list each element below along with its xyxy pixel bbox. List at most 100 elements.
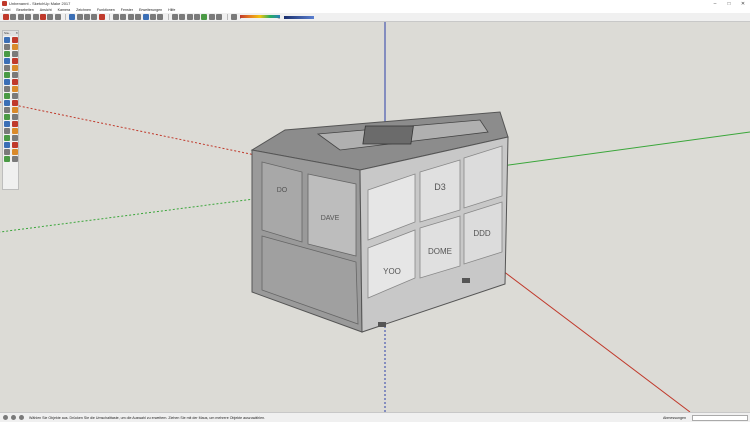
move-icon[interactable] <box>4 86 10 92</box>
paint-tool-icon[interactable] <box>98 14 105 20</box>
offset-tool-icon[interactable] <box>47 14 54 20</box>
fog-icon[interactable] <box>216 14 223 20</box>
offset-icon[interactable] <box>12 100 18 106</box>
tape-icon[interactable] <box>4 107 10 113</box>
palette-title: Sta... <box>4 31 12 35</box>
make-component-icon[interactable] <box>12 44 18 50</box>
zoom-extents-icon[interactable] <box>135 14 142 20</box>
shadows-icon[interactable] <box>208 14 215 20</box>
arc-icon[interactable] <box>4 72 10 78</box>
orbit-tool-icon[interactable] <box>113 14 120 20</box>
warehouse-icon[interactable] <box>171 14 178 20</box>
rectangle-icon[interactable] <box>4 58 10 64</box>
menu-hilfe[interactable]: Hilfe <box>168 8 175 12</box>
shadow-time-slider[interactable]: 0 50 <box>239 14 280 20</box>
pie-icon[interactable] <box>12 72 18 78</box>
front-view-icon[interactable] <box>157 14 164 20</box>
top-view-icon[interactable] <box>150 14 157 20</box>
arc-tool-icon[interactable] <box>25 14 32 20</box>
styles-icon[interactable] <box>201 14 208 20</box>
extension-warehouse-icon[interactable] <box>186 14 193 20</box>
rectangle-tool-icon[interactable] <box>32 14 39 20</box>
eraser-tool-icon[interactable] <box>10 14 17 20</box>
iso-view-icon[interactable] <box>142 14 149 20</box>
credits-icon[interactable] <box>11 415 16 420</box>
rotate-icon[interactable] <box>4 93 10 99</box>
geolocation-icon[interactable] <box>3 415 8 420</box>
layout-icon[interactable] <box>193 14 200 20</box>
line-tool-icon[interactable] <box>17 14 24 20</box>
paint-bucket-icon[interactable] <box>4 44 10 50</box>
maximize-button[interactable]: □ <box>722 1 736 7</box>
text-icon[interactable] <box>12 114 18 120</box>
axes-icon[interactable] <box>4 121 10 127</box>
arc-2pt-icon[interactable] <box>12 79 18 85</box>
protractor-icon[interactable] <box>4 114 10 120</box>
position-camera-icon[interactable] <box>4 149 10 155</box>
eraser-icon[interactable] <box>12 37 18 43</box>
dimension-icon[interactable] <box>12 107 18 113</box>
palette-grid <box>3 36 18 163</box>
menu-zeichnen[interactable]: Zeichnen <box>76 8 91 12</box>
scale-icon[interactable] <box>4 100 10 106</box>
minimize-button[interactable]: – <box>708 1 722 7</box>
menu-datei[interactable]: Datei <box>2 8 10 12</box>
share-model-icon[interactable] <box>179 14 186 20</box>
circle-icon[interactable] <box>4 65 10 71</box>
menu-funktionen[interactable]: Funktionen <box>97 8 115 12</box>
push-pull-icon[interactable] <box>12 86 18 92</box>
select-icon[interactable] <box>4 37 10 43</box>
menu-ansicht[interactable]: Ansicht <box>40 8 52 12</box>
window-title: Unbenannt - SketchUp Make 2017 <box>9 1 71 6</box>
palette-close-icon[interactable]: ✕ <box>15 31 18 36</box>
viewport-canvas[interactable]: D3 YOO DOME DDD DAVE DO <box>0 22 750 413</box>
select-tool-icon[interactable] <box>3 14 9 20</box>
sun-icon[interactable] <box>230 14 237 20</box>
pan-tool-icon[interactable] <box>120 14 127 20</box>
menu-fenster[interactable]: Fenster <box>121 8 133 12</box>
rotate-tool-icon[interactable] <box>69 14 76 20</box>
crate-wheel-1 <box>378 322 386 327</box>
follow-me-icon[interactable] <box>12 93 18 99</box>
menu-erweiterungen[interactable]: Erweiterungen <box>139 8 162 12</box>
status-message: Wählen Sie Objekte aus. Drücken Sie die … <box>29 415 266 420</box>
3d-text-icon[interactable] <box>12 121 18 127</box>
sketchup-logo-icon <box>2 1 7 6</box>
crate-model[interactable]: D3 YOO DOME DDD DAVE DO <box>250 111 509 333</box>
zoom-extents-icon[interactable] <box>4 142 10 148</box>
crate-hatch <box>362 125 414 145</box>
close-button[interactable]: ✕ <box>736 1 750 7</box>
side-panel-1 <box>261 161 303 243</box>
move-tool-icon[interactable] <box>54 14 61 20</box>
previous-icon[interactable] <box>12 142 18 148</box>
look-around-icon[interactable] <box>12 149 18 155</box>
line-icon[interactable] <box>4 51 10 57</box>
orbit-icon[interactable] <box>4 128 10 134</box>
section-plane-icon[interactable] <box>12 156 18 162</box>
walk-icon[interactable] <box>4 156 10 162</box>
rotated-rectangle-icon[interactable] <box>12 58 18 64</box>
help-icon[interactable] <box>19 415 24 420</box>
zoom-icon[interactable] <box>4 135 10 141</box>
zoom-tool-icon[interactable] <box>127 14 134 20</box>
text-tool-icon[interactable] <box>91 14 98 20</box>
shadow-scale-left: 0 <box>239 17 242 20</box>
menu-bearbeiten[interactable]: Bearbeiten <box>16 8 33 12</box>
polygon-icon[interactable] <box>12 65 18 71</box>
3d-viewport[interactable]: D3 YOO DOME DDD DAVE DO <box>0 22 750 413</box>
palette-header: Sta... ✕ <box>3 31 18 36</box>
shadow-date-slider[interactable] <box>283 15 314 19</box>
title-bar: Unbenannt - SketchUp Make 2017 – □ ✕ <box>0 0 750 7</box>
arc-3pt-icon[interactable] <box>4 79 10 85</box>
push-pull-tool-icon[interactable] <box>39 14 46 20</box>
tape-tool-icon[interactable] <box>83 14 90 20</box>
date-gradient <box>283 15 314 19</box>
status-bar: Wählen Sie Objekte aus. Drücken Sie die … <box>0 412 750 422</box>
zoom-window-icon[interactable] <box>12 135 18 141</box>
freehand-icon[interactable] <box>12 51 18 57</box>
scale-tool-icon[interactable] <box>76 14 83 20</box>
toolbar-divider <box>167 14 169 20</box>
measurements-input[interactable] <box>692 414 748 421</box>
menu-kamera[interactable]: Kamera <box>58 8 71 12</box>
pan-icon[interactable] <box>12 128 18 134</box>
